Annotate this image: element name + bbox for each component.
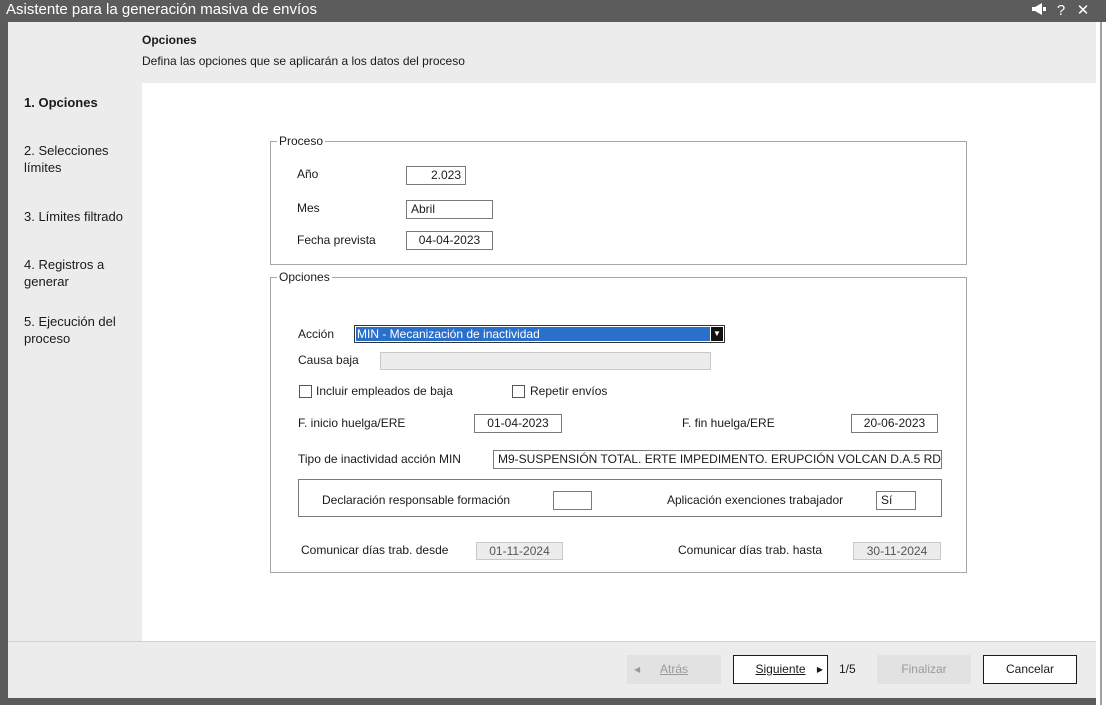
step-opciones[interactable]: 1. Opciones <box>24 94 98 111</box>
siguiente-label: Siguiente <box>755 662 806 676</box>
f-fin-input[interactable]: 20-06-2023 <box>851 414 938 433</box>
tipo-inactividad-input[interactable]: M9-SUSPENSIÓN TOTAL. ERTE IMPEDIMENTO. E… <box>493 450 942 469</box>
steps-sidebar: 1. Opciones 2. Selecciones límites 3. Lí… <box>8 83 142 641</box>
proceso-group: Proceso Año 2.023 Mes Abril Fecha previs… <box>270 134 967 265</box>
chevron-down-icon[interactable]: ▼ <box>711 327 723 341</box>
comunicar-desde-label: Comunicar días trab. desde <box>301 543 449 557</box>
repetir-envios-checkbox[interactable] <box>512 385 525 398</box>
chevron-left-icon: ◀ <box>634 665 641 674</box>
declaracion-input[interactable] <box>553 491 592 510</box>
comunicar-desde-input: 01-11-2024 <box>476 542 563 560</box>
accion-select[interactable]: MIN - Mecanización de inactividad ▼ <box>354 325 725 343</box>
close-icon[interactable]: ✕ <box>1074 2 1092 20</box>
chevron-right-icon: ▶ <box>816 665 823 674</box>
title-bar: Asistente para la generación masiva de e… <box>0 0 1106 22</box>
siguiente-button[interactable]: Siguiente ▶ <box>733 655 828 684</box>
declaracion-label: Declaración responsable formación <box>322 493 511 507</box>
fecha-prevista-input[interactable]: 04-04-2023 <box>406 231 493 250</box>
atras-label: Atrás <box>659 662 688 676</box>
comunicar-hasta-input: 30-11-2024 <box>853 542 941 560</box>
step-title: Opciones <box>142 33 197 47</box>
wizard-body: Opciones Defina las opciones que se apli… <box>8 22 1096 698</box>
f-fin-label: F. fin huelga/ERE <box>682 416 775 430</box>
footer-divider <box>8 641 1096 642</box>
causa-baja-input[interactable] <box>380 352 711 370</box>
f-inicio-input[interactable]: 01-04-2023 <box>474 414 562 433</box>
fecha-prevista-label: Fecha prevista <box>297 233 376 247</box>
anio-input[interactable]: 2.023 <box>406 166 466 185</box>
mes-input[interactable]: Abril <box>406 200 493 219</box>
proceso-legend: Proceso <box>277 134 326 148</box>
step-ejecucion-proceso[interactable]: 5. Ejecución del proceso <box>24 313 124 347</box>
megaphone-icon[interactable] <box>1030 2 1048 20</box>
step-limites-filtrado[interactable]: 3. Límites filtrado <box>24 208 123 225</box>
incluir-empleados-checkbox[interactable] <box>299 385 312 398</box>
window-title: Asistente para la generación masiva de e… <box>6 1 318 18</box>
anio-label: Año <box>297 167 319 181</box>
repetir-envios-label[interactable]: Repetir envíos <box>530 384 607 398</box>
accion-label: Acción <box>298 327 335 341</box>
comunicar-hasta-label: Comunicar días trab. hasta <box>678 543 823 557</box>
page-indicator: 1/5 <box>839 662 856 676</box>
atras-button[interactable]: ◀ Atrás <box>627 655 721 684</box>
window-edge <box>1096 22 1106 705</box>
accion-selected-value: MIN - Mecanización de inactividad <box>356 327 710 341</box>
step-subtitle: Defina las opciones que se aplicarán a l… <box>142 54 465 68</box>
step-registros-generar[interactable]: 4. Registros a generar <box>24 256 124 290</box>
f-inicio-label: F. inicio huelga/ERE <box>298 416 406 430</box>
tipo-inactividad-label: Tipo de inactividad acción MIN <box>298 452 461 466</box>
opciones-legend: Opciones <box>277 270 332 284</box>
causa-baja-label: Causa baja <box>298 353 359 367</box>
mes-label: Mes <box>297 201 320 215</box>
wizard-window: Asistente para la generación masiva de e… <box>0 0 1106 705</box>
step-header: Opciones Defina las opciones que se apli… <box>8 22 1096 83</box>
cancelar-button[interactable]: Cancelar <box>983 655 1077 684</box>
step-content: Proceso Año 2.023 Mes Abril Fecha previs… <box>142 83 1096 641</box>
declaracion-box: Declaración responsable formación Aplica… <box>298 479 942 517</box>
incluir-empleados-label[interactable]: Incluir empleados de baja <box>316 384 453 398</box>
finalizar-button[interactable]: Finalizar <box>877 655 971 684</box>
help-icon[interactable]: ? <box>1052 2 1070 20</box>
aplicacion-exenciones-label: Aplicación exenciones trabajador <box>667 493 844 507</box>
opciones-group: Opciones Acción MIN - Mecanización de in… <box>270 270 967 573</box>
step-selecciones-limites[interactable]: 2. Selecciones límites <box>24 142 124 176</box>
aplicacion-exenciones-input[interactable]: Sí <box>876 491 916 510</box>
